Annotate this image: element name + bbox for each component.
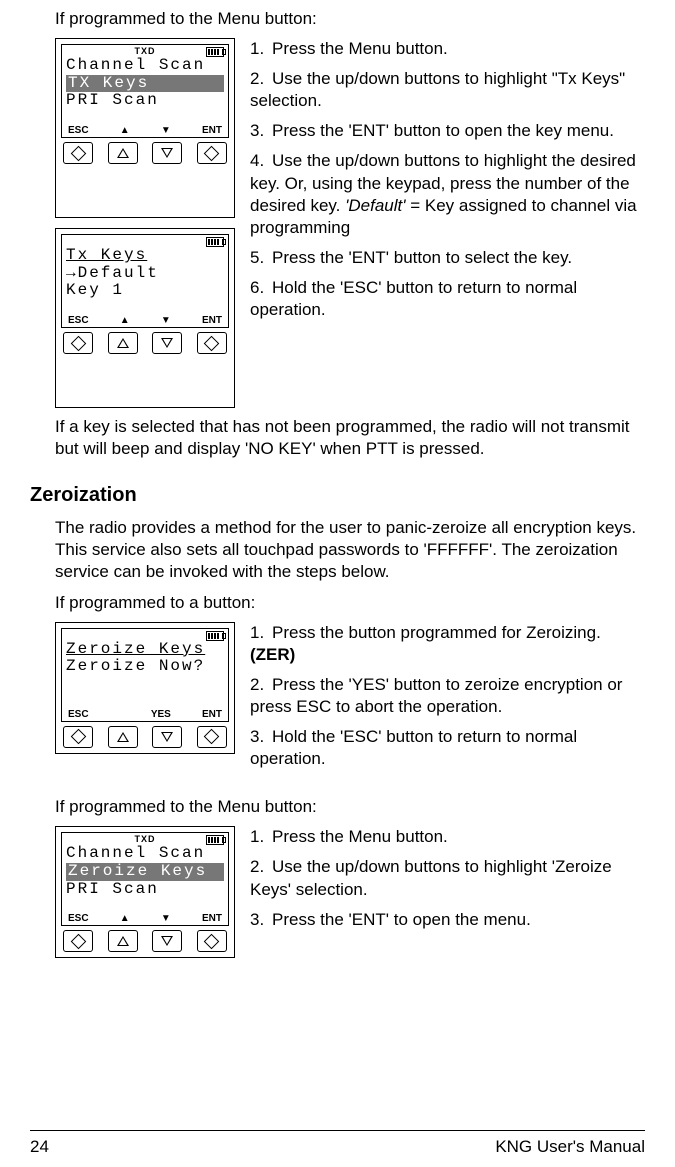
softkey-ent: ENT [202, 913, 222, 924]
steps-b: 1.Press the button programmed for Zeroiz… [250, 622, 645, 779]
radio-screen-zeroize-menu: TXD Channel Scan Zeroize Keys PRI Scan E… [55, 826, 235, 958]
manual-title: KNG User's Manual [495, 1137, 645, 1157]
page-number: 24 [30, 1137, 49, 1157]
radio-button-up[interactable] [108, 726, 138, 748]
softkey-esc: ESC [68, 709, 89, 720]
screen-title: Zeroize Keys [66, 641, 224, 659]
softkey-yes: YES [151, 709, 171, 720]
softkey-ent: ENT [202, 709, 222, 720]
radio-button-ent[interactable] [197, 930, 227, 952]
softkey-up: ▲ [120, 315, 130, 326]
intro-if-menu: If programmed to the Menu button: [30, 8, 645, 30]
radio-screen-txkeys-list: Tx Keys →Default Key 1 ESC ▲ ▼ ENT [55, 228, 235, 408]
radio-button-esc[interactable] [63, 142, 93, 164]
screen-line: Channel Scan [66, 57, 224, 75]
radio-screen-zeroize-confirm: Zeroize Keys Zeroize Now? ESC YES ENT [55, 622, 235, 754]
battery-icon [206, 631, 224, 641]
radio-button-up[interactable] [108, 930, 138, 952]
screen-line: →Default [66, 265, 224, 283]
screen-line-highlighted: Zeroize Keys [66, 863, 224, 881]
note-nokey: If a key is selected that has not been p… [30, 416, 645, 460]
screen-line: Key 1 [66, 282, 224, 300]
battery-icon [206, 835, 224, 845]
radio-button-down[interactable] [152, 930, 182, 952]
battery-icon [206, 237, 224, 247]
radio-button-up[interactable] [108, 142, 138, 164]
radio-button-esc[interactable] [63, 930, 93, 952]
softkey-ent: ENT [202, 125, 222, 136]
softkey-down: ▼ [161, 315, 171, 326]
screen-line-highlighted: TX Keys [66, 75, 224, 93]
radio-button-down[interactable] [152, 142, 182, 164]
softkey-down: ▼ [161, 125, 171, 136]
softkey-up: ▲ [120, 125, 130, 136]
steps-a: 1.Press the Menu button. 2.Use the up/do… [250, 38, 645, 329]
radio-button-esc[interactable] [63, 332, 93, 354]
intro-if-button: If programmed to a button: [30, 592, 645, 614]
softkey-esc: ESC [68, 125, 89, 136]
txd-indicator: TXD [62, 834, 228, 844]
softkey-down: ▼ [161, 913, 171, 924]
softkey-esc: ESC [68, 315, 89, 326]
screen-line: Zeroize Now? [66, 658, 224, 676]
radio-button-ent[interactable] [197, 142, 227, 164]
battery-icon [206, 47, 224, 57]
radio-button-up[interactable] [108, 332, 138, 354]
radio-button-ent[interactable] [197, 726, 227, 748]
softkey-ent: ENT [202, 315, 222, 326]
screen-line: PRI Scan [66, 881, 224, 899]
screen-line: Channel Scan [66, 845, 224, 863]
txd-indicator: TXD [62, 46, 228, 56]
zeroization-intro: The radio provides a method for the user… [30, 517, 645, 583]
steps-c: 1.Press the Menu button. 2.Use the up/do… [250, 826, 645, 938]
screen-title: Tx Keys [66, 247, 224, 265]
softkey-up: ▲ [120, 913, 130, 924]
section-zeroization: Zeroization [30, 484, 645, 507]
radio-button-esc[interactable] [63, 726, 93, 748]
screen-line: PRI Scan [66, 92, 224, 110]
softkey-esc: ESC [68, 913, 89, 924]
radio-screen-txkeys-menu: TXD Channel Scan TX Keys PRI Scan ESC ▲ … [55, 38, 235, 218]
footer-divider [30, 1130, 645, 1131]
intro-if-menu-2: If programmed to the Menu button: [30, 796, 645, 818]
radio-button-down[interactable] [152, 726, 182, 748]
radio-button-down[interactable] [152, 332, 182, 354]
radio-button-ent[interactable] [197, 332, 227, 354]
